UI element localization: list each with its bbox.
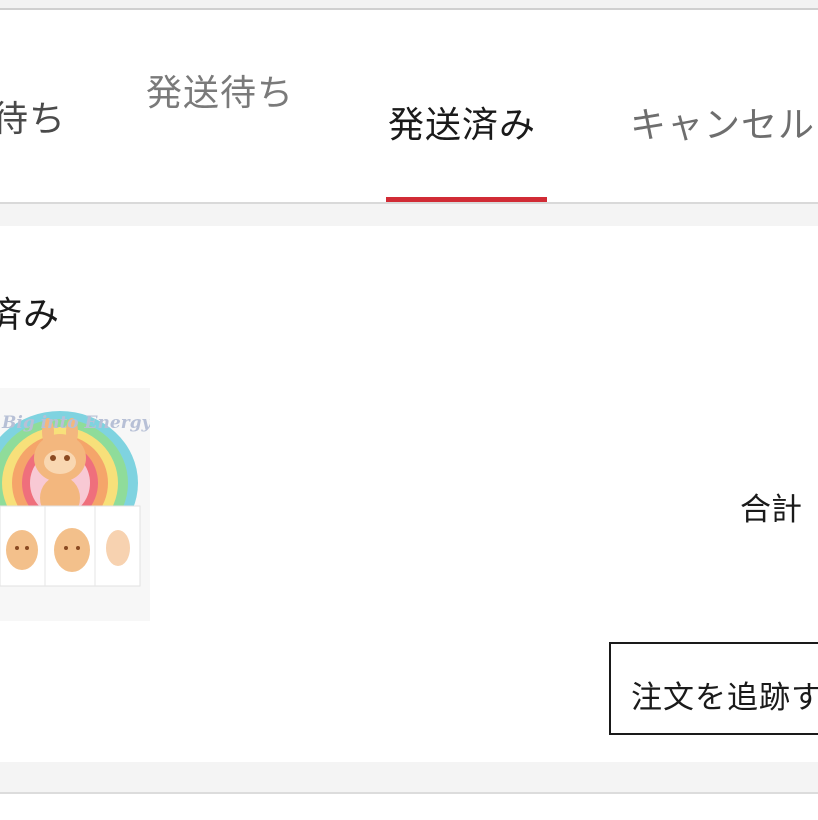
tab-awaiting-shipment[interactable]: 発送待ち bbox=[146, 64, 294, 116]
order-status-tabs: 待ち 発送待ち 発送済み キャンセル bbox=[0, 10, 818, 204]
order-total-label: 合計 bbox=[740, 492, 802, 528]
product-thumbnail[interactable]: Big into Energy bbox=[0, 388, 150, 621]
tab-shipped[interactable]: 発送済み bbox=[388, 96, 536, 148]
order-card[interactable]: 済み Big into Energy 合計 注文を追跡す bbox=[0, 226, 818, 762]
svg-text:Big into Energy: Big into Energy bbox=[1, 413, 150, 433]
order-status-label: 済み bbox=[0, 295, 61, 336]
track-order-label: 注文を追跡す bbox=[631, 680, 818, 716]
tab-cancelled[interactable]: キャンセル bbox=[630, 96, 815, 148]
next-card-edge bbox=[0, 792, 818, 820]
track-order-button[interactable]: 注文を追跡す bbox=[609, 642, 818, 735]
active-tab-indicator bbox=[386, 197, 547, 202]
section-gap-bottom bbox=[0, 762, 818, 792]
product-image: Big into Energy bbox=[0, 388, 150, 621]
top-divider bbox=[0, 0, 818, 10]
tab-pending[interactable]: 待ち bbox=[0, 90, 66, 142]
section-gap bbox=[0, 204, 818, 226]
